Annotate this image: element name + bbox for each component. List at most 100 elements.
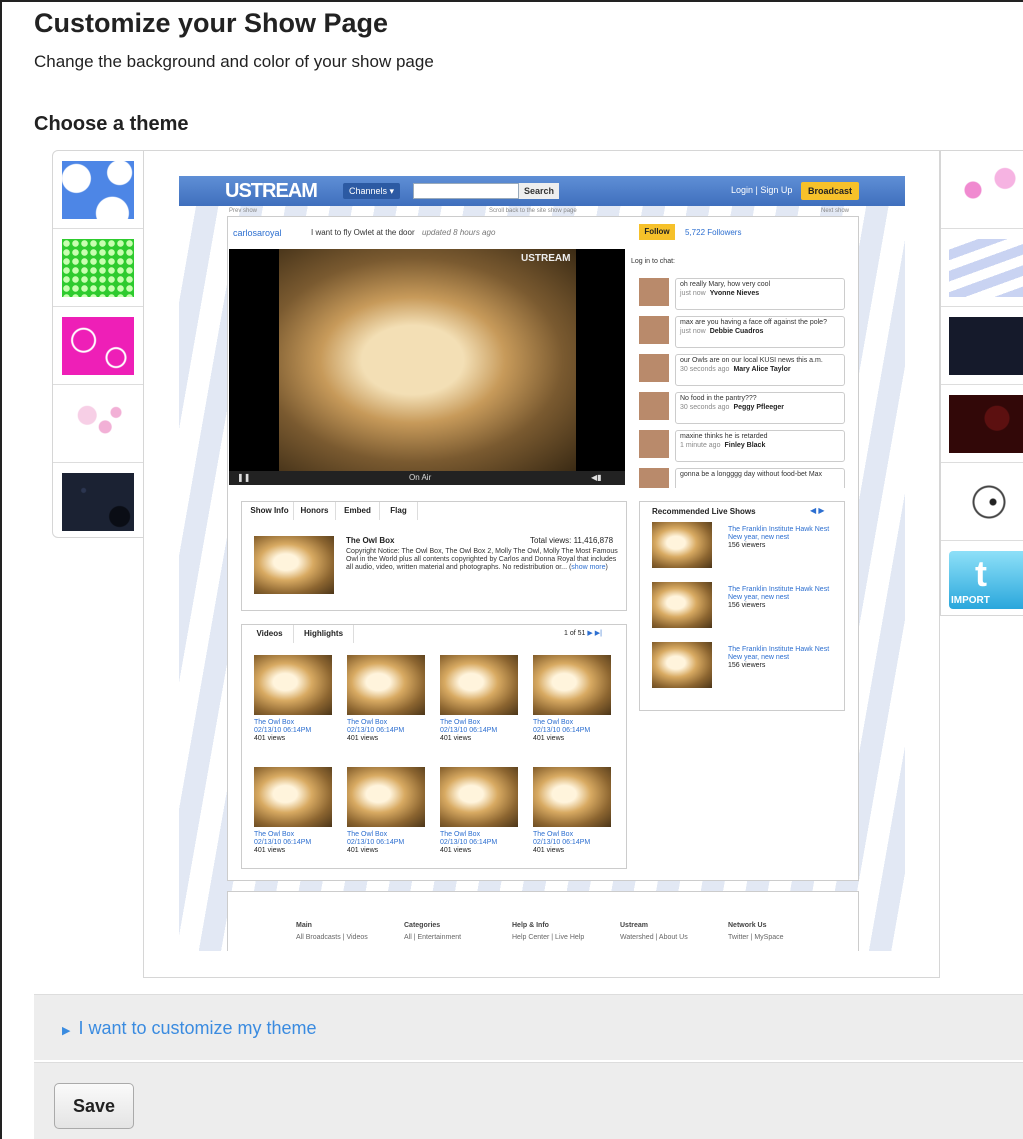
chat-bubble: oh really Mary, how very cool just now Yvo… xyxy=(675,278,845,310)
video-caption: The Owl Box 02/13/10 06:14PM 401 views xyxy=(440,831,497,855)
chat-avatar xyxy=(639,316,669,344)
footer-heading: Network Us xyxy=(728,922,767,929)
video-tab: Highlights xyxy=(294,625,354,643)
save-button[interactable]: Save xyxy=(54,1083,134,1129)
video-views: 401 views xyxy=(254,847,286,854)
recommended-viewers: 156 viewers xyxy=(728,602,766,609)
channel-name: carlosaroyal xyxy=(233,228,282,238)
black-ink-theme-swatch xyxy=(949,472,1023,531)
video-views: 401 views xyxy=(440,847,472,854)
chat-text: maxine thinks he is retarded xyxy=(680,433,768,440)
preview-broadcast-button: Broadcast xyxy=(801,182,859,200)
footer-heading: Categories xyxy=(404,922,441,929)
customize-theme-link[interactable]: ▶ I want to customize my theme xyxy=(62,1018,317,1039)
video-title: The Owl Box xyxy=(533,719,574,726)
chat-text: No food in the pantry??? xyxy=(680,395,757,402)
video-date: 02/13/10 06:14PM xyxy=(440,839,498,846)
theme-thumb-pink-swirl[interactable] xyxy=(53,307,143,385)
blue-rays-theme-swatch xyxy=(949,238,1023,297)
info-tab: Honors xyxy=(294,502,336,520)
theme-list-right: t IMPORT xyxy=(940,150,1023,616)
info-tab: Show Info xyxy=(246,502,294,520)
videos-panel: Videos Highlights 1 of 51 ▶ ▶| The Owl Bo… xyxy=(241,624,627,869)
video-date: 02/13/10 06:14PM xyxy=(254,727,312,734)
theme-thumb-light-pink-floral[interactable] xyxy=(53,385,143,463)
video-title: The Owl Box xyxy=(440,831,481,838)
preview-page: USTREAM Channels ▾ Search Login | Sign U… xyxy=(179,176,905,951)
pink-swirl-theme-swatch xyxy=(62,316,134,375)
video-caption: The Owl Box 02/13/10 06:14PM 401 views xyxy=(347,719,404,743)
show-thumbnail xyxy=(254,536,334,594)
footer-column: Categories All | Entertainment xyxy=(404,920,461,944)
footer-heading: Help & Info xyxy=(512,922,549,929)
expand-arrow-icon: ▶ xyxy=(62,1025,71,1037)
video-thumbnail xyxy=(533,655,611,715)
chat-message: oh really Mary, how very cool just now Yvo… xyxy=(639,278,845,310)
followers-count: 5,722 Followers xyxy=(685,228,742,237)
info-tab: Flag xyxy=(380,502,418,520)
channels-menu: Channels ▾ xyxy=(343,183,401,199)
recommended-show-sub: New year, new nest xyxy=(728,534,790,541)
footer-column: Help & Info Help Center | Live Help xyxy=(512,920,584,944)
pager-text: 1 of 51 xyxy=(564,630,586,637)
pink-floral-theme-swatch xyxy=(949,160,1023,219)
recommended-show-sub: New year, new nest xyxy=(728,594,790,601)
total-views: Total views: 11,416,878 xyxy=(530,536,614,545)
recommended-caption: The Franklin Institute Hawk Nest New year… xyxy=(728,526,838,550)
theme-thumb-green-dots[interactable] xyxy=(53,229,143,307)
chat-message: maxine thinks he is retarded 1 minute ago… xyxy=(639,430,845,462)
theme-thumb-black-ink[interactable] xyxy=(941,463,1023,541)
video-views: 401 views xyxy=(347,847,379,854)
video-title: The Owl Box xyxy=(254,831,295,838)
recommended-caption: The Franklin Institute Hawk Nest New year… xyxy=(728,646,838,670)
video-date: 02/13/10 06:14PM xyxy=(254,839,312,846)
video-caption: The Owl Box 02/13/10 06:14PM 401 views xyxy=(440,719,497,743)
theme-thumb-pink-floral[interactable] xyxy=(941,151,1023,229)
chat-list: oh really Mary, how very cool just now Yvo… xyxy=(631,278,853,488)
login-chat-label: Log in to chat: xyxy=(631,258,675,265)
chat-user: Peggy Pfleeger xyxy=(733,404,785,411)
footer-links: Help Center | Live Help xyxy=(512,934,585,941)
chat-message: No food in the pantry??? 30 seconds ago Pe… xyxy=(639,392,845,424)
chat-message: gonna be a longggg day without food-bet … xyxy=(639,468,845,488)
preview-header: USTREAM Channels ▾ Search Login | Sign U… xyxy=(179,176,905,206)
theme-thumb-clouds[interactable] xyxy=(53,151,143,229)
video-date: 02/13/10 06:14PM xyxy=(533,839,591,846)
video-views: 401 views xyxy=(347,735,379,742)
recommended-show-title: The Franklin Institute Hawk Nest xyxy=(728,586,830,593)
theme-thumb-dark-navy[interactable] xyxy=(941,307,1023,385)
video-thumbnail xyxy=(347,655,425,715)
chat-avatar xyxy=(639,278,669,306)
theme-thumb-twitter-import[interactable]: t IMPORT xyxy=(941,541,1023,615)
chat-user: Finley Black xyxy=(724,442,766,449)
prev-show-link: Prev show xyxy=(229,208,258,214)
chat-meta: just now Debbie Cuadros xyxy=(680,328,840,335)
recommended-show-title: The Franklin Institute Hawk Nest xyxy=(728,646,830,653)
video-title: The Owl Box xyxy=(440,719,481,726)
follow-button: Follow xyxy=(639,224,675,240)
recommended-show-title: The Franklin Institute Hawk Nest xyxy=(728,526,830,533)
video-player: USTREAM xyxy=(229,249,625,471)
video-thumbnail xyxy=(440,655,518,715)
recommended-caption: The Franklin Institute Hawk Nest New year… xyxy=(728,586,838,610)
pause-icon: ❚❚ xyxy=(237,473,251,482)
back-link: Scroll back to the site show page xyxy=(489,208,577,214)
pager-next-icon: ▶ ▶| xyxy=(587,630,602,637)
recommended-thumbnail xyxy=(652,642,712,688)
dark-navy-theme-swatch xyxy=(949,316,1023,375)
import-label: IMPORT xyxy=(951,595,990,606)
video-views: 401 views xyxy=(533,735,565,742)
chat-time: 1 minute ago xyxy=(680,442,721,449)
chat-meta: 1 minute ago Finley Black xyxy=(680,442,840,449)
chat-text: max are you having a face off against th… xyxy=(680,319,827,326)
video-date: 02/13/10 06:14PM xyxy=(533,727,591,734)
footer-heading: Ustream xyxy=(620,922,649,929)
video-title: The Owl Box xyxy=(347,719,388,726)
footer-links: Watershed | About Us xyxy=(620,934,688,941)
theme-thumb-dark-splatter[interactable] xyxy=(53,463,143,537)
theme-thumb-blue-rays[interactable] xyxy=(941,229,1023,307)
theme-thumb-dark-red[interactable] xyxy=(941,385,1023,463)
recommended-viewers: 156 viewers xyxy=(728,542,766,549)
chat-user: Mary Alice Taylor xyxy=(733,366,791,373)
on-air-label: On Air xyxy=(409,473,432,482)
